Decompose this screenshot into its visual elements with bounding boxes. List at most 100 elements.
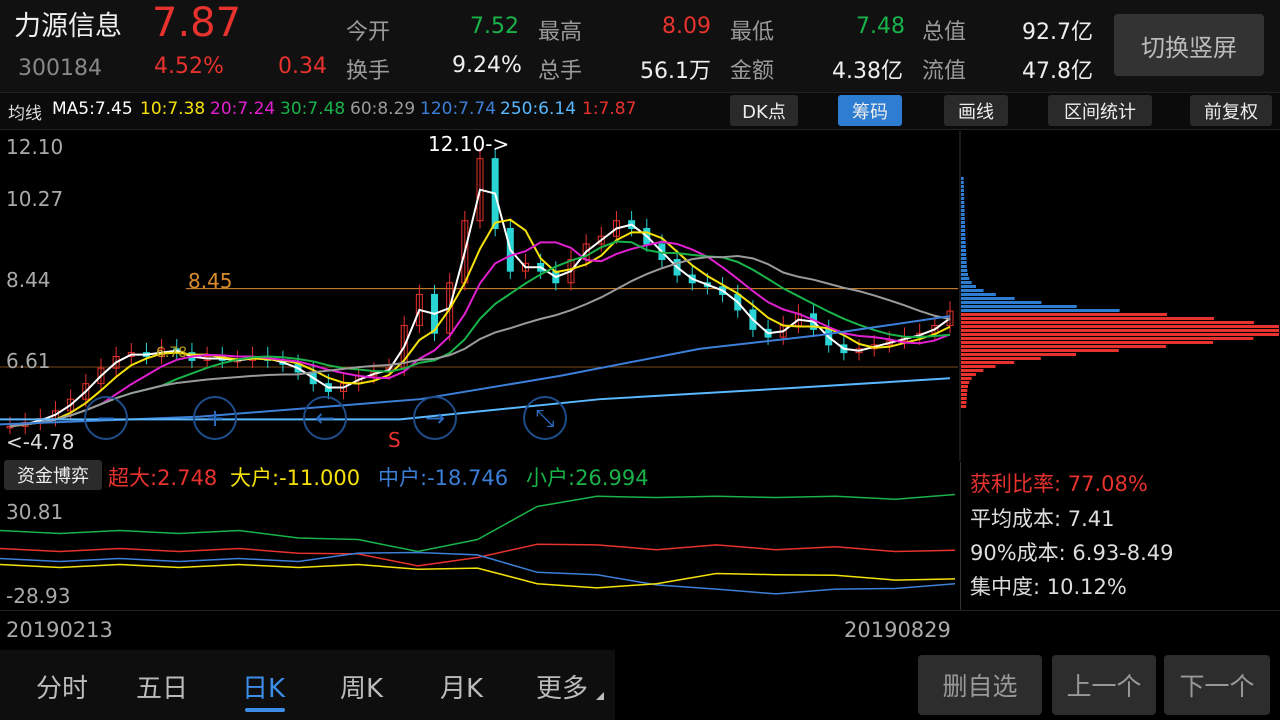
tab-weekly-k[interactable]: 周K (340, 668, 383, 705)
chip-bar (961, 361, 1015, 364)
ma-label: 均线 (8, 104, 42, 124)
dk-point-button[interactable]: DK点 (730, 95, 798, 126)
cap-label: 总值 (922, 20, 967, 45)
chip-bar (961, 177, 964, 180)
fund-flow-chart (0, 493, 956, 595)
chip-bar (961, 221, 965, 224)
chip-bar (961, 189, 965, 192)
flow-axis-bottom: -28.93 (6, 584, 71, 608)
tab-monthly-k[interactable]: 月K (440, 668, 483, 705)
cost-90-range: 90%成本: 6.93-8.49 (970, 541, 1174, 565)
draw-line-button[interactable]: 画线 (944, 95, 1008, 126)
chip-bar (961, 249, 967, 252)
chip-bar (961, 261, 967, 264)
chip-bar (961, 397, 967, 400)
chip-bar (961, 353, 1076, 356)
chip-bar (961, 201, 965, 204)
more-dropdown-icon (596, 692, 604, 700)
signal-s-label: S (388, 428, 401, 452)
tab-more[interactable]: 更多 (536, 668, 588, 705)
chip-bar (961, 181, 964, 184)
zoom-out-icon[interactable]: − (84, 396, 128, 440)
ma250-value: 250:6.14 (500, 99, 577, 119)
chip-bar (961, 273, 969, 276)
chip-bar (961, 341, 1214, 344)
level-line-label: 8.45 (188, 269, 233, 293)
average-cost: 平均成本: 7.41 (970, 507, 1115, 531)
chip-bar (961, 205, 965, 208)
chip-bar (961, 365, 996, 368)
large-flow: 大户:-11.000 (230, 466, 361, 490)
ma1-value: 1:7.87 (582, 99, 637, 119)
ma250-line (0, 377, 951, 421)
tab-five-day[interactable]: 五日 (136, 668, 188, 705)
stock-price: 7.87 (152, 0, 242, 46)
ma60-value: 60:8.29 (350, 99, 416, 119)
ma20-line (9, 240, 951, 428)
turnover-value: 9.24% (452, 53, 522, 78)
turnover-label: 换手 (346, 59, 391, 84)
change-amount: 0.34 (278, 54, 327, 79)
adjust-button[interactable]: 前复权 (1190, 95, 1272, 126)
chip-bar (961, 265, 967, 268)
switch-portrait-button[interactable]: 切换竖屏 (1114, 14, 1264, 76)
high-label: 最高 (538, 20, 583, 45)
arrow-right-icon[interactable]: → (413, 396, 457, 440)
low-mark-label: <-4.78 (6, 430, 75, 454)
chips-button[interactable]: 筹码 (838, 95, 902, 126)
chip-bar (961, 321, 1255, 324)
chip-bar (961, 253, 967, 256)
stats-divider (960, 462, 961, 610)
chip-bar (961, 193, 965, 196)
amount-value: 4.38亿 (832, 59, 903, 84)
chip-bar (961, 233, 966, 236)
ma30-value: 30:7.48 (280, 99, 346, 119)
chip-bar (961, 285, 977, 288)
float-label: 流值 (922, 59, 967, 84)
remove-watchlist-button[interactable]: 删自选 (918, 655, 1042, 715)
high-value: 8.09 (662, 14, 711, 39)
axis-tick-3: 8.44 (6, 268, 51, 292)
zoom-in-icon[interactable]: + (193, 396, 237, 440)
chip-bar (961, 297, 1015, 300)
arrow-left-icon[interactable]: ← (303, 396, 347, 440)
stock-name: 力源信息 (14, 11, 122, 42)
volume-label: 总手 (538, 59, 583, 84)
tab-intraday[interactable]: 分时 (36, 668, 88, 705)
kline-chart[interactable] (0, 131, 1280, 461)
ma120-value: 120:7.74 (420, 99, 497, 119)
chip-bar (961, 185, 964, 188)
super-large-flow: 超大:2.748 (108, 466, 218, 490)
previous-stock-button[interactable]: 上一个 (1052, 655, 1156, 715)
period-tab-bar (0, 650, 615, 720)
ma5-value: MA5:7.45 (52, 99, 133, 119)
fund-flow-button[interactable]: 资金博弈 (4, 460, 102, 490)
chip-bar (961, 229, 966, 232)
axis-tick-4: 6.61 (6, 349, 51, 373)
axis-tick-1: 12.10 (6, 135, 64, 159)
amount-label: 金额 (730, 59, 775, 84)
collapse-icon[interactable]: ⤡ (523, 396, 567, 440)
change-percent: 4.52% (154, 54, 224, 79)
start-date: 20190213 (6, 618, 113, 642)
profit-ratio: 获利比率: 77.08% (970, 472, 1148, 496)
medium-flow-line (0, 551, 956, 595)
flow-axis-top: 30.81 (6, 500, 64, 524)
chip-bar (961, 237, 966, 240)
next-stock-button[interactable]: 下一个 (1164, 655, 1270, 715)
small-flow-line (0, 493, 956, 553)
volume-value: 56.1万 (640, 59, 711, 84)
chip-bar (961, 257, 967, 260)
chip-bar (961, 277, 970, 280)
chip-bar (961, 269, 968, 272)
chip-bar (961, 325, 1279, 328)
range-stats-button[interactable]: 区间统计 (1048, 95, 1152, 126)
ma10-line (9, 218, 951, 428)
chip-bar (961, 337, 1254, 340)
chip-bar (961, 241, 966, 244)
chip-bar (961, 377, 972, 380)
chip-bar (961, 309, 1120, 312)
low-value: 7.48 (856, 14, 905, 39)
chip-bar (961, 317, 1214, 320)
tab-daily-k[interactable]: 日K (242, 668, 285, 705)
